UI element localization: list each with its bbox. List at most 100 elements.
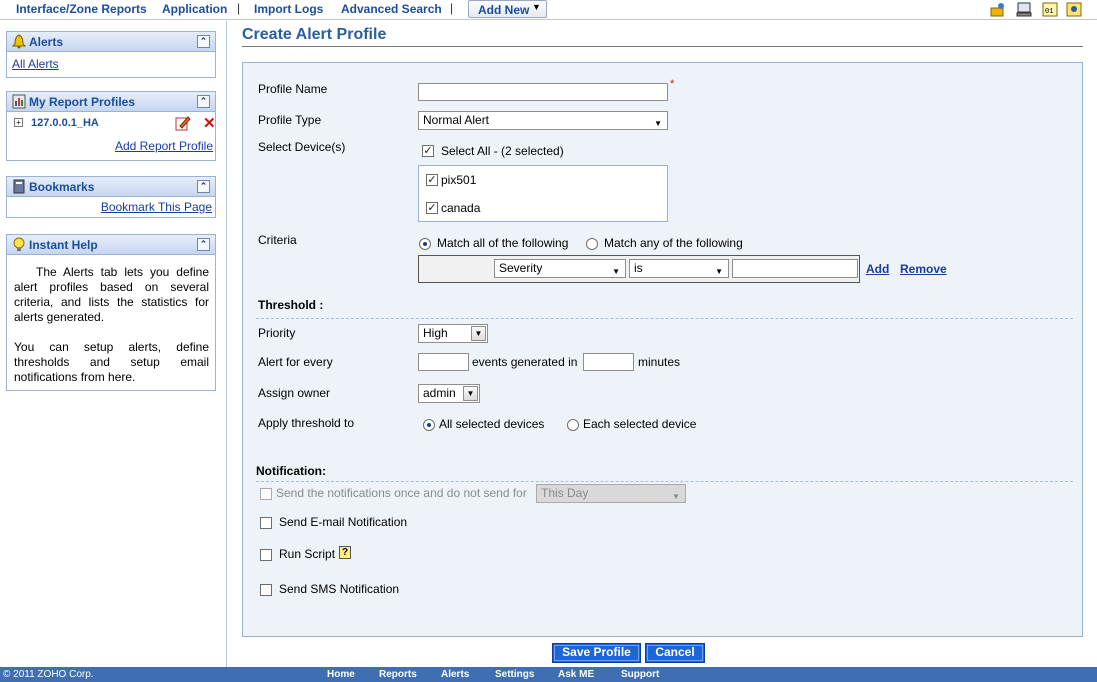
assign-owner-label: Assign owner xyxy=(258,386,331,400)
device-label-pix501: pix501 xyxy=(441,173,477,187)
edit-icon[interactable] xyxy=(175,115,191,131)
criteria-value-input[interactable] xyxy=(732,259,858,278)
add-report-profile-link[interactable]: Add Report Profile xyxy=(115,139,213,153)
priority-label: Priority xyxy=(258,326,296,340)
delete-icon[interactable]: ✕ xyxy=(203,114,216,132)
all-alerts-link[interactable]: All Alerts xyxy=(12,57,59,71)
remove-criteria-link[interactable]: Remove xyxy=(900,262,947,276)
cancel-button[interactable]: Cancel xyxy=(645,643,705,663)
report-profiles-box-title: My Report Profiles xyxy=(29,95,136,109)
nav-separator: | xyxy=(237,1,241,15)
required-marker: * xyxy=(670,78,675,90)
nav-separator: | xyxy=(450,1,454,15)
help-icon[interactable] xyxy=(1066,2,1082,17)
match-all-radio[interactable] xyxy=(419,238,431,250)
threshold-divider xyxy=(256,318,1073,319)
apply-all-devices-radio[interactable] xyxy=(423,419,435,431)
footer-link-settings[interactable]: Settings xyxy=(495,669,534,680)
priority-select[interactable]: High ▼ xyxy=(418,324,488,343)
profile-type-label: Profile Type xyxy=(258,113,322,127)
page-title: Create Alert Profile xyxy=(242,26,387,43)
nav-import-logs[interactable]: Import Logs xyxy=(254,2,323,16)
lightbulb-icon xyxy=(13,237,25,251)
collapse-icon[interactable]: ⌃ xyxy=(197,238,210,251)
collapse-icon[interactable]: ⌃ xyxy=(197,35,210,48)
nav-interface-zone-reports[interactable]: Interface/Zone Reports xyxy=(16,2,147,16)
binary-icon[interactable]: 01 xyxy=(1042,2,1058,17)
instant-help-box-header: Instant Help ⌃ xyxy=(7,235,215,255)
bookmarks-box-title: Bookmarks xyxy=(29,180,95,194)
device-label-canada: canada xyxy=(441,201,481,215)
profile-name-label: Profile Name xyxy=(258,82,328,96)
manage-icon[interactable] xyxy=(990,2,1006,17)
bookmarks-box-header: Bookmarks ⌃ xyxy=(7,177,215,197)
copyright-text: © 2011 ZOHO Corp. xyxy=(3,669,94,680)
chevron-down-icon: ▼ xyxy=(463,386,478,401)
match-any-radio[interactable] xyxy=(586,238,598,250)
bell-icon xyxy=(12,34,26,49)
run-script-checkbox[interactable] xyxy=(260,549,272,561)
footer-link-ask-me[interactable]: Ask ME xyxy=(558,669,594,680)
expand-icon[interactable]: + xyxy=(14,118,23,127)
notification-heading: Notification: xyxy=(256,464,326,478)
criteria-label: Criteria xyxy=(258,233,297,247)
nav-advanced-search[interactable]: Advanced Search xyxy=(341,2,442,16)
device-checkbox-pix501[interactable]: ✓ xyxy=(426,174,438,186)
email-notification-checkbox[interactable] xyxy=(260,517,272,529)
add-new-dropdown[interactable]: Add New ▼ xyxy=(468,0,547,18)
profile-type-select[interactable]: Normal Alert ▼ xyxy=(418,111,668,130)
instant-help-box: Instant Help ⌃ The Alerts tab lets you d… xyxy=(6,234,216,391)
chevron-down-icon: ▼ xyxy=(715,267,723,276)
collapse-icon[interactable]: ⌃ xyxy=(197,180,210,193)
criteria-operator-select[interactable]: is ▼ xyxy=(629,259,729,278)
save-profile-button[interactable]: Save Profile xyxy=(552,643,641,663)
apply-each-device-label: Each selected device xyxy=(583,417,697,431)
priority-value: High xyxy=(423,326,448,340)
send-once-period-select[interactable]: This Day ▼ xyxy=(536,484,686,503)
device-checkbox-canada[interactable]: ✓ xyxy=(426,202,438,214)
send-once-checkbox[interactable] xyxy=(260,488,272,500)
alert-profile-form xyxy=(242,62,1083,637)
chevron-down-icon: ▼ xyxy=(612,267,620,276)
alert-for-every-label: Alert for every xyxy=(258,355,333,369)
footer: © 2011 ZOHO Corp. Home Reports Alerts Se… xyxy=(0,667,1097,682)
profile-type-value: Normal Alert xyxy=(423,113,490,127)
computer-icon[interactable] xyxy=(1016,2,1032,17)
minutes-label: minutes xyxy=(638,355,681,369)
send-once-period-value: This Day xyxy=(541,486,589,500)
alerts-box-header: Alerts ⌃ xyxy=(7,32,215,52)
help-text-1: The Alerts tab lets you define alert pro… xyxy=(14,265,209,324)
match-any-label: Match any of the following xyxy=(604,236,743,250)
apply-each-device-radio[interactable] xyxy=(567,419,579,431)
alerts-box-title: Alerts xyxy=(29,35,64,49)
chevron-down-icon: ▼ xyxy=(532,2,541,12)
sms-notification-label: Send SMS Notification xyxy=(279,582,400,596)
question-icon[interactable]: ? xyxy=(339,546,351,559)
report-profiles-box-header: My Report Profiles ⌃ xyxy=(7,92,215,112)
criteria-operator-value: is xyxy=(634,261,643,275)
criteria-field-select[interactable]: Severity ▼ xyxy=(494,259,626,278)
profile-name-input[interactable] xyxy=(418,83,668,101)
nav-application[interactable]: Application xyxy=(162,2,227,16)
owner-select[interactable]: admin ▼ xyxy=(418,384,480,403)
select-all-checkbox[interactable]: ✓ xyxy=(422,145,434,157)
help-text-2: You can setup alerts, define thresholds … xyxy=(14,340,209,384)
threshold-heading: Threshold : xyxy=(258,298,324,312)
events-generated-label: events generated in xyxy=(472,355,578,369)
email-notification-label: Send E-mail Notification xyxy=(279,515,408,529)
footer-link-home[interactable]: Home xyxy=(327,669,355,680)
sms-notification-checkbox[interactable] xyxy=(260,584,272,596)
add-criteria-link[interactable]: Add xyxy=(866,262,889,276)
footer-link-support[interactable]: Support xyxy=(621,669,659,680)
alerts-box: Alerts ⌃ All Alerts xyxy=(6,31,216,78)
criteria-field-value: Severity xyxy=(499,261,543,275)
alert-event-count-input[interactable] xyxy=(418,353,469,371)
report-profile-item[interactable]: 127.0.0.1_HA xyxy=(31,117,99,129)
alert-minutes-input[interactable] xyxy=(583,353,634,371)
bookmark-this-page-link[interactable]: Bookmark This Page xyxy=(101,200,212,214)
svg-text:01: 01 xyxy=(1045,8,1053,16)
apply-all-devices-label: All selected devices xyxy=(439,417,545,431)
collapse-icon[interactable]: ⌃ xyxy=(197,95,210,108)
footer-link-alerts[interactable]: Alerts xyxy=(441,669,469,680)
footer-link-reports[interactable]: Reports xyxy=(379,669,417,680)
